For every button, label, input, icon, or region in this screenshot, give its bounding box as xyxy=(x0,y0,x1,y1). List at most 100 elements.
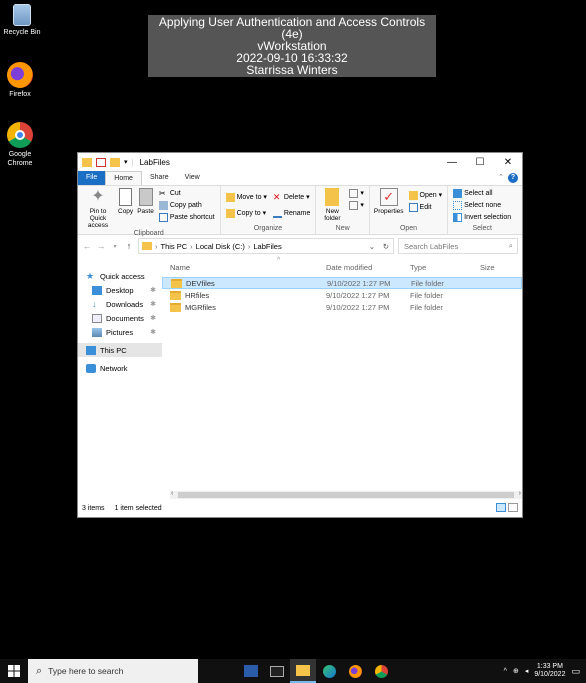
pin-icon: ✦ xyxy=(91,188,105,205)
taskbar-chrome[interactable] xyxy=(368,659,394,683)
new-folder-quick-icon[interactable] xyxy=(110,157,120,167)
network-icon[interactable]: ⊕ xyxy=(513,667,519,675)
minimize-button[interactable]: — xyxy=(438,153,466,171)
search-box[interactable]: Search LabFiles ⌕ xyxy=(398,238,518,254)
nav-this-pc[interactable]: This PC xyxy=(78,343,162,357)
breadcrumb-local-disk[interactable]: Local Disk (C:) xyxy=(196,242,245,251)
delete-button[interactable]: ✕ Delete ▾ xyxy=(273,192,310,202)
table-row[interactable]: HRfiles 9/10/2022 1:27 PM File folder xyxy=(162,289,522,301)
scroll-left-icon[interactable]: ‹ xyxy=(171,490,173,497)
paste-shortcut-button[interactable]: Paste shortcut xyxy=(158,212,215,222)
title-bar[interactable]: ▾ | LabFiles — ☐ ✕ xyxy=(78,153,522,171)
download-icon: ↓ xyxy=(92,298,97,309)
help-icon[interactable]: ? xyxy=(508,173,518,183)
select-none-icon xyxy=(453,200,463,210)
back-arrow-icon[interactable]: ← xyxy=(82,241,92,251)
forward-arrow-icon[interactable]: → xyxy=(96,241,106,251)
select-all-button[interactable]: Select all xyxy=(453,188,511,198)
pin-quick-access-button[interactable]: ✦ Pin to Quick access xyxy=(80,188,116,229)
tab-view[interactable]: View xyxy=(177,171,208,185)
rename-button[interactable]: Rename xyxy=(272,208,310,218)
column-header-type[interactable]: Type xyxy=(410,263,480,272)
table-row[interactable]: MGRfiles 9/10/2022 1:27 PM File folder xyxy=(162,301,522,313)
close-button[interactable]: ✕ xyxy=(494,153,522,171)
edit-button[interactable]: Edit xyxy=(408,202,443,212)
nav-pictures[interactable]: Pictures ✱ xyxy=(78,325,162,339)
details-view-icon[interactable] xyxy=(496,503,506,512)
new-item-button[interactable]: ▾ xyxy=(349,188,364,198)
quick-access-dropdown-icon[interactable]: ▾ xyxy=(124,158,128,166)
copy-to-button[interactable]: Copy to ▾ xyxy=(225,208,267,218)
column-header-date[interactable]: Date modified xyxy=(326,263,410,272)
pin-icon: ✱ xyxy=(150,329,156,336)
copy-path-icon xyxy=(158,200,168,210)
recent-locations-icon[interactable]: ▾ xyxy=(110,243,120,250)
nav-network[interactable]: Network xyxy=(78,361,162,375)
easy-access-button[interactable]: ▾ xyxy=(349,200,364,210)
properties-quick-icon[interactable] xyxy=(96,157,106,167)
address-dropdown-icon[interactable]: ⌄ xyxy=(369,242,375,251)
column-headers: ^ Name Date modified Type Size xyxy=(162,257,522,277)
taskbar-firefox[interactable] xyxy=(342,659,368,683)
tray-chevron-icon[interactable]: ^ xyxy=(504,668,507,675)
file-explorer-window[interactable]: ▾ | LabFiles — ☐ ✕ File Home Share View … xyxy=(77,152,523,518)
breadcrumb-labfiles[interactable]: LabFiles xyxy=(253,242,281,251)
firefox-icon xyxy=(7,62,33,88)
up-arrow-icon[interactable]: ↑ xyxy=(124,241,134,251)
refresh-icon[interactable]: ↻ xyxy=(383,242,389,251)
address-bar[interactable]: › This PC › Local Disk (C:) › LabFiles ⌄… xyxy=(138,238,394,254)
ribbon-collapse-icon[interactable]: ⌃ xyxy=(498,173,504,181)
scissors-icon: ✂ xyxy=(158,188,166,198)
nav-desktop[interactable]: Desktop ✱ xyxy=(78,283,162,297)
taskbar-cmd[interactable] xyxy=(264,659,290,683)
open-button[interactable]: Open ▾ xyxy=(408,190,442,200)
taskbar-powershell[interactable] xyxy=(238,659,264,683)
select-none-button[interactable]: Select none xyxy=(453,200,511,210)
copy-path-button[interactable]: Copy path xyxy=(158,200,215,210)
breadcrumb-this-pc[interactable]: This PC xyxy=(161,242,188,251)
table-row[interactable]: DEVfiles 9/10/2022 1:27 PM File folder xyxy=(162,277,522,289)
tab-file[interactable]: File xyxy=(78,171,106,185)
maximize-button[interactable]: ☐ xyxy=(466,153,494,171)
copy-button[interactable]: Copy xyxy=(116,188,135,215)
column-header-name[interactable]: Name xyxy=(162,263,326,272)
file-rows: DEVfiles 9/10/2022 1:27 PM File folder H… xyxy=(162,277,522,313)
delete-icon: ✕ xyxy=(272,191,281,202)
volume-icon[interactable]: ◂ xyxy=(525,667,529,675)
cut-button[interactable]: ✂ Cut xyxy=(159,188,215,198)
select-group: Select all Select none Invert selection … xyxy=(448,186,516,234)
taskbar-search[interactable]: ⌕ Type here to search xyxy=(28,659,198,683)
new-folder-button[interactable]: New folder xyxy=(318,188,346,222)
large-icons-view-icon[interactable] xyxy=(508,503,518,512)
taskbar-search-input[interactable]: Type here to search xyxy=(48,666,123,676)
pin-icon: ✱ xyxy=(150,287,156,294)
clock[interactable]: 1:33 PM 9/10/2022 xyxy=(534,663,565,679)
horizontal-scrollbar[interactable]: ‹ › xyxy=(170,490,522,499)
tab-home[interactable]: Home xyxy=(105,171,142,185)
desktop-icon-chrome[interactable]: Google Chrome xyxy=(0,122,42,168)
copy-to-icon xyxy=(225,208,235,218)
scroll-thumb[interactable] xyxy=(178,492,514,498)
column-header-size[interactable]: Size xyxy=(480,263,520,272)
desktop-icon-firefox[interactable]: Firefox xyxy=(0,62,42,99)
nav-downloads[interactable]: ↓ Downloads ✱ xyxy=(78,297,162,311)
taskbar-file-explorer[interactable] xyxy=(290,659,316,683)
desktop-icon-recycle-bin[interactable]: Recycle Bin xyxy=(0,4,44,37)
new-group: New folder ▾ ▾ New xyxy=(316,186,370,234)
folder-icon xyxy=(82,157,92,167)
nav-documents[interactable]: Documents ✱ xyxy=(78,311,162,325)
search-input[interactable]: Search LabFiles xyxy=(404,242,458,251)
paste-button[interactable]: Paste xyxy=(135,188,156,215)
nav-quick-access[interactable]: ★ Quick access xyxy=(78,269,162,283)
taskbar-edge[interactable] xyxy=(316,659,342,683)
invert-selection-button[interactable]: Invert selection xyxy=(453,212,511,222)
notification-icon[interactable]: ▭ xyxy=(571,666,580,677)
start-button[interactable] xyxy=(0,659,28,683)
move-to-button[interactable]: Move to ▾ xyxy=(225,192,267,202)
windows-icon xyxy=(8,665,20,677)
tab-share[interactable]: Share xyxy=(142,171,177,185)
properties-button[interactable]: ✓ Properties xyxy=(372,188,406,215)
scroll-right-icon[interactable]: › xyxy=(519,490,521,497)
select-all-icon xyxy=(453,188,463,198)
new-folder-icon xyxy=(325,188,340,206)
